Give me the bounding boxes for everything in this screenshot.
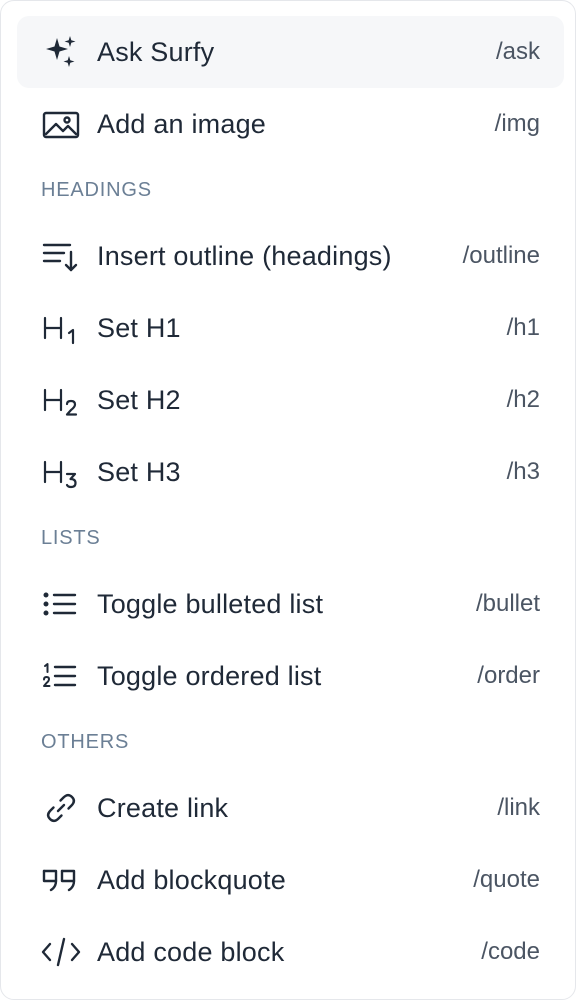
menu-item-create-link[interactable]: Create link /link <box>17 772 564 844</box>
menu-item-shortcut: /h3 <box>506 458 540 485</box>
image-icon <box>41 104 81 144</box>
quote-icon <box>41 860 81 900</box>
menu-item-set-h1[interactable]: Set H1 /h1 <box>17 292 564 364</box>
menu-item-label: Set H2 <box>97 384 181 415</box>
outline-icon <box>41 236 81 276</box>
section-heading-headings: HEADINGS <box>41 179 152 201</box>
section-heading-lists: LISTS <box>41 527 101 549</box>
ordered-list-icon <box>41 656 81 696</box>
menu-item-shortcut: /h1 <box>506 314 540 341</box>
menu-item-shortcut: /outline <box>462 242 540 269</box>
menu-item-add-image[interactable]: Add an image /img <box>17 88 564 160</box>
menu-item-shortcut: /img <box>494 110 540 137</box>
slash-command-menu: Ask Surfy /ask Add an image /img HEADING… <box>0 0 576 1000</box>
menu-item-shortcut: /ask <box>495 38 540 65</box>
menu-item-bulleted-list[interactable]: Toggle bulleted list /bullet <box>17 568 564 640</box>
menu-item-label: Add blockquote <box>97 864 286 895</box>
sparkles-icon <box>41 32 81 72</box>
menu-item-shortcut: /bullet <box>475 590 540 617</box>
menu-item-label: Toggle bulleted list <box>97 588 324 619</box>
menu-item-label: Set H1 <box>97 312 181 343</box>
menu-item-label: Add an image <box>97 108 267 139</box>
menu-item-set-h3[interactable]: Set H3 /h3 <box>17 436 564 508</box>
menu-item-shortcut: /quote <box>473 866 540 893</box>
menu-item-ask-surfy[interactable]: Ask Surfy /ask <box>17 16 564 88</box>
menu-item-set-h2[interactable]: Set H2 /h2 <box>17 364 564 436</box>
menu-item-code-block[interactable]: Add code block /code <box>17 916 564 988</box>
heading-2-icon <box>41 380 81 420</box>
menu-item-shortcut: /link <box>497 794 540 821</box>
menu-item-ordered-list[interactable]: Toggle ordered list /order <box>17 640 564 712</box>
menu-item-shortcut: /h2 <box>506 386 540 413</box>
code-icon <box>41 932 81 972</box>
menu-item-label: Create link <box>97 792 229 823</box>
menu-item-label: Set H3 <box>97 456 181 487</box>
menu-item-shortcut: /order <box>477 662 540 689</box>
menu-item-label: Add code block <box>97 936 285 967</box>
link-icon <box>41 788 81 828</box>
menu-item-insert-outline[interactable]: Insert outline (headings) /outline <box>17 220 564 292</box>
menu-item-label: Insert outline (headings) <box>97 240 392 271</box>
heading-1-icon <box>41 308 81 348</box>
heading-3-icon <box>41 452 81 492</box>
menu-item-blockquote[interactable]: Add blockquote /quote <box>17 844 564 916</box>
menu-item-label: Toggle ordered list <box>97 660 322 691</box>
menu-item-shortcut: /code <box>481 938 540 965</box>
bulleted-list-icon <box>41 584 81 624</box>
menu-item-label: Ask Surfy <box>97 36 215 67</box>
section-heading-others: OTHERS <box>41 731 130 753</box>
